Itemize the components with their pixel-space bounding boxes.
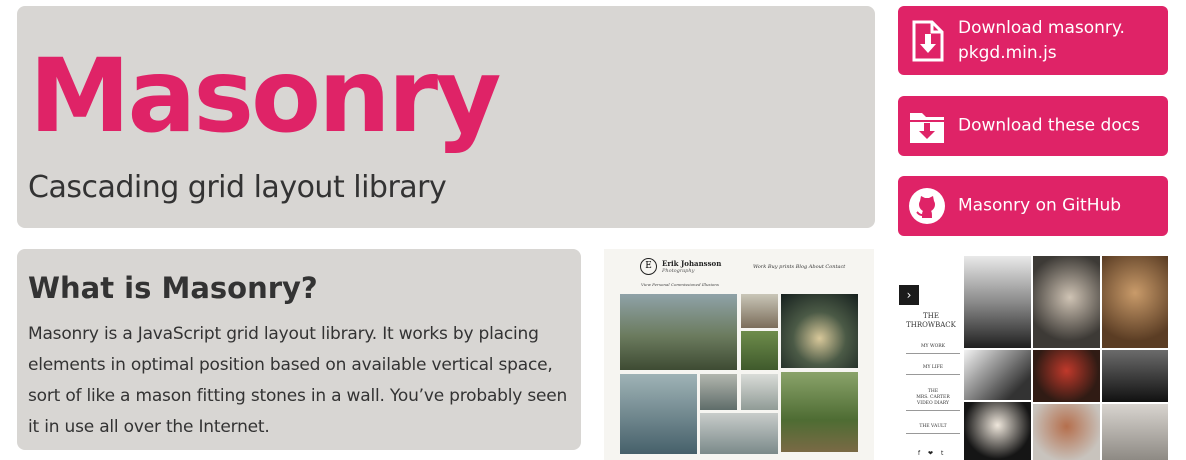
site-subnav: View Personal Commissioned Illusions (641, 282, 719, 287)
social-icons: f ❤ t (918, 450, 947, 457)
photo-tile (1102, 404, 1168, 460)
photo-tile (964, 402, 1031, 460)
site-menu-item[interactable]: MY WORK (906, 344, 960, 354)
photo-tile (700, 374, 737, 410)
photo-tile (781, 294, 858, 368)
example-site-throwback[interactable]: › THE THROWBACK MY WORK MY LIFE THE MRS.… (898, 256, 1168, 460)
photo-tile (1033, 256, 1100, 348)
photo-tile (1102, 256, 1168, 348)
page-title: Masonry (29, 37, 502, 156)
photo-tile (1033, 404, 1100, 460)
photo-tile (741, 294, 778, 328)
hero-panel: Masonry Cascading grid layout library (17, 6, 875, 228)
photo-tile (964, 256, 1031, 348)
next-arrow-icon[interactable]: › (899, 285, 919, 305)
about-heading: What is Masonry? (28, 271, 318, 305)
photo-tile (781, 372, 858, 452)
download-docs-button[interactable]: Download these docs (898, 96, 1168, 156)
site-name: Erik Johansson (662, 259, 722, 268)
site-logo: E (640, 258, 657, 275)
photo-tile (700, 413, 778, 454)
github-label: Masonry on GitHub (958, 195, 1122, 216)
about-panel: What is Masonry? Masonry is a JavaScript… (17, 249, 581, 450)
site-menu-item[interactable]: THE VAULT (906, 424, 960, 434)
download-folder-icon (910, 113, 944, 143)
github-icon (909, 188, 945, 224)
photo-tile (620, 294, 737, 370)
github-button[interactable]: Masonry on GitHub (898, 176, 1168, 236)
photo-tile (741, 374, 778, 410)
photo-tile (741, 331, 778, 370)
photo-tile (620, 374, 697, 454)
download-file-icon (912, 20, 944, 61)
site-menu-item[interactable]: THE MRS. CARTER VIDEO DIARY (906, 389, 960, 411)
download-masonry-label: Download masonry. pkgd.min.js (958, 17, 1125, 63)
photo-tile (1102, 350, 1168, 402)
photo-tile (964, 350, 1031, 400)
download-masonry-button[interactable]: Download masonry. pkgd.min.js (898, 6, 1168, 75)
about-body: Masonry is a JavaScript grid layout libr… (28, 324, 568, 437)
photo-tile (1033, 350, 1100, 402)
download-docs-label: Download these docs (958, 115, 1140, 136)
example-site-erik-johansson[interactable]: E Erik Johansson Photography Work Buy pr… (604, 249, 874, 460)
page-subtitle: Cascading grid layout library (28, 170, 447, 205)
site-brand: THE THROWBACK (906, 312, 956, 329)
site-nav: Work Buy prints Blog About Contact (753, 264, 846, 270)
site-menu-item[interactable]: MY LIFE (906, 365, 960, 375)
site-tagline: Photography (662, 268, 695, 274)
